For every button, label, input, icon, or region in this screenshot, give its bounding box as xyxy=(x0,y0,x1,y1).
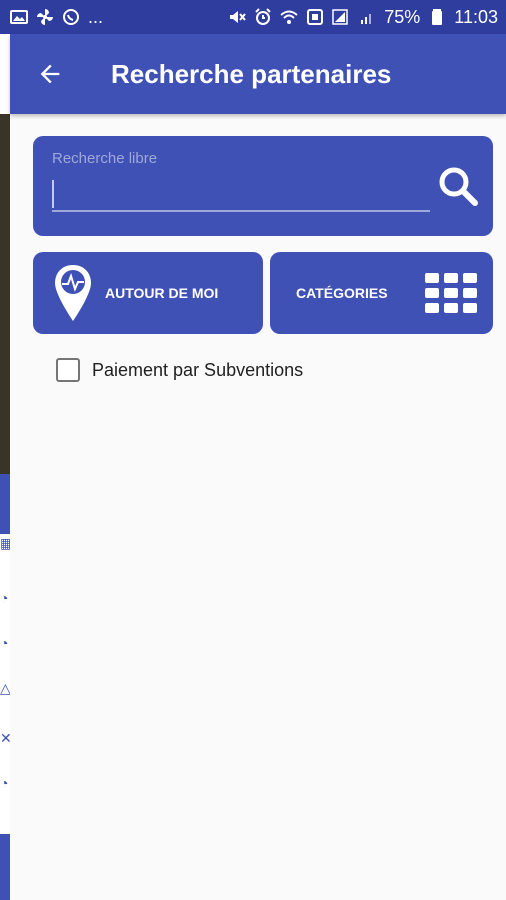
mute-icon xyxy=(228,8,247,26)
background-band xyxy=(0,474,10,534)
arrow-left-icon xyxy=(40,64,60,84)
background-photo xyxy=(0,114,10,474)
subsidy-checkbox[interactable] xyxy=(56,358,80,382)
page-title: Recherche partenaires xyxy=(111,58,392,89)
search-input[interactable] xyxy=(52,176,430,212)
background-shape-icon: ◔ xyxy=(0,635,9,651)
status-right: 75% 11:03 xyxy=(228,7,498,28)
battery-icon xyxy=(428,8,446,26)
background-shape-icon: ◔ xyxy=(0,590,9,606)
categories-label: CATÉGORIES xyxy=(296,285,388,301)
nfc-icon xyxy=(306,8,324,26)
search-button[interactable] xyxy=(435,163,481,209)
alarm-icon xyxy=(254,8,272,26)
status-overflow: ... xyxy=(88,6,104,27)
status-left: ... xyxy=(10,7,103,28)
background-calendar-icon: ▦ xyxy=(0,535,10,551)
search-label: Recherche libre xyxy=(52,150,158,167)
subsidy-filter-row[interactable]: Paiement par Subventions xyxy=(56,358,303,382)
pinwheel-icon xyxy=(36,8,54,26)
background-screen-edge: ▦ ◔ ◔ △ ✕ ◔ xyxy=(0,34,10,900)
clock: 11:03 xyxy=(454,6,498,27)
wifi-icon xyxy=(280,8,298,26)
search-icon xyxy=(439,167,478,206)
whatsapp-icon xyxy=(62,8,80,26)
grid-icon xyxy=(425,273,477,313)
location-pin-icon xyxy=(53,262,93,324)
categories-button[interactable]: CATÉGORIES xyxy=(270,252,493,334)
background-shape-icon: ✕ xyxy=(0,730,10,746)
around-me-button[interactable]: AUTOUR DE MOI xyxy=(33,252,263,334)
subsidy-checkbox-label[interactable]: Paiement par Subventions xyxy=(92,360,303,381)
back-button[interactable] xyxy=(20,34,80,114)
battery-percent: 75% xyxy=(384,6,421,27)
background-shape-icon: ◔ xyxy=(0,775,9,791)
signal-icon xyxy=(332,8,350,26)
image-icon xyxy=(10,8,28,26)
search-card: Recherche libre xyxy=(33,136,493,236)
background-shape-icon: △ xyxy=(0,680,10,696)
background-band xyxy=(0,834,10,900)
text-cursor xyxy=(52,180,54,208)
around-me-label: AUTOUR DE MOI xyxy=(105,285,219,301)
status-bar: ... 75% 11:03 xyxy=(0,0,506,34)
signal-bars-icon xyxy=(358,8,376,26)
app-bar: Recherche partenaires xyxy=(10,34,506,114)
